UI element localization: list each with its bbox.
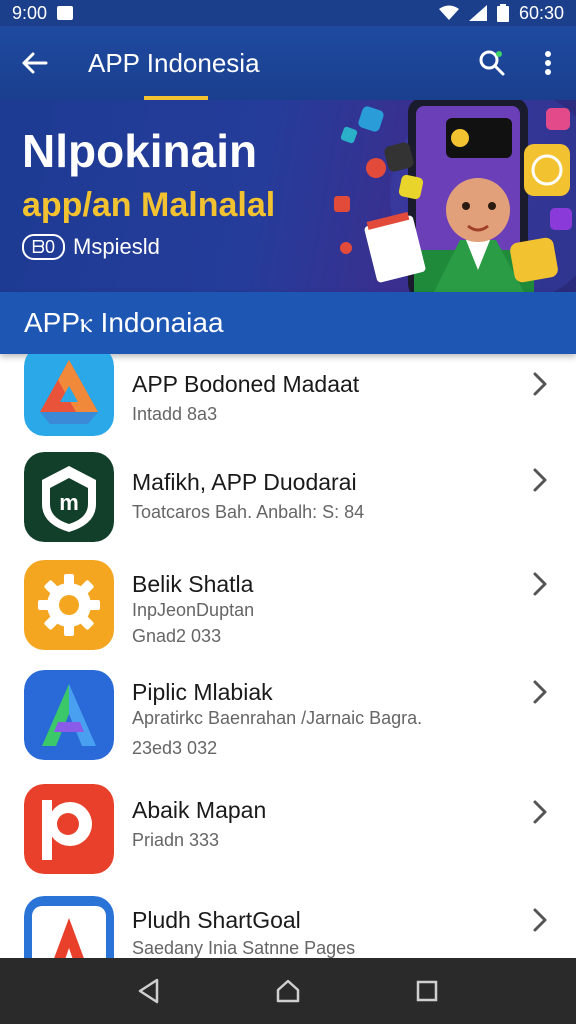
app-title: Pludh ShartGoal — [132, 907, 301, 933]
chevron-right-icon — [533, 680, 547, 704]
svg-text:m: m — [59, 490, 79, 515]
app-meta: Intadd 8a3 — [132, 404, 218, 424]
a-logo-icon — [24, 670, 114, 760]
search-icon — [479, 50, 505, 76]
chevron-right-icon — [533, 468, 547, 492]
more-vert-icon — [545, 51, 551, 75]
list-item[interactable]: Pludh ShartGoal Saedany Inia Satnne Page… — [0, 896, 576, 958]
status-bar: 9:00 60:30 — [0, 0, 576, 26]
app-bar: APP Indonesia — [0, 26, 576, 100]
list-item[interactable]: Belik Shatla InpJeonDuptan Gnad2 033 — [0, 560, 576, 670]
app-title: Belik Shatla — [132, 571, 254, 597]
banner-title: Nlpokinain — [22, 125, 258, 177]
gear-icon — [24, 560, 114, 650]
list-item[interactable]: APP Bodoned Madaat Intadd 8a3 — [0, 354, 576, 464]
app-developer: Apratirkc Baenrahan /Jarnaic Bagra. — [132, 708, 423, 728]
chevron-right-icon — [533, 800, 547, 824]
p-logo-icon — [24, 784, 114, 874]
promo-banner[interactable]: Nlpokinain app/an Malnalal ᗷ0 Mspiesld — [0, 100, 576, 292]
list-item[interactable]: m Mafikh, APP Duodarai Toatcaros Bah. An… — [0, 452, 576, 562]
system-nav-bar — [0, 958, 576, 1024]
chevron-right-icon — [533, 908, 547, 932]
banner-illustration — [334, 100, 576, 292]
app-meta: Priadn 333 — [132, 830, 220, 850]
section-header: APPⲕ Indonaiaa — [0, 292, 576, 354]
signal-icon — [468, 5, 487, 21]
app-title: APP Bodoned Madaat — [132, 371, 360, 397]
list-item[interactable]: Abaik Mapan Priadn 333 — [0, 784, 576, 894]
drive-triangle-icon — [24, 354, 114, 436]
a-red-logo-icon — [24, 896, 114, 958]
notification-icon — [57, 6, 74, 20]
square-recents-icon — [416, 980, 437, 1002]
nav-home-button[interactable] — [268, 971, 308, 1011]
chevron-right-icon — [533, 372, 547, 396]
list-item[interactable]: Piplic Mlabiak Apratirkc Baenrahan /Jarn… — [0, 670, 576, 780]
status-time: 9:00 — [12, 2, 48, 23]
app-meta: Gnad2 033 — [132, 626, 222, 646]
app-title: Mafikh, APP Duodarai — [132, 469, 357, 495]
banner-tag: ᗷ0 Mspiesld — [22, 234, 160, 260]
back-button[interactable] — [0, 26, 70, 100]
page-title: APP Indonesia — [88, 47, 260, 78]
more-options-button[interactable] — [520, 26, 576, 100]
status-right-text: 60:30 — [518, 2, 564, 23]
banner-subtitle: app/an Malnalal — [22, 186, 276, 224]
shield-m-icon: m — [24, 452, 114, 542]
app-list: APP Bodoned Madaat Intadd 8a3 m Mafikh, … — [0, 354, 576, 958]
banner-tag-text: Mspiesld — [73, 234, 160, 259]
app-meta: Toatcaros Bah. Anbalh: S: 84 — [132, 502, 365, 522]
triangle-back-icon — [139, 978, 159, 1004]
banner-tag-badge: ᗷ0 — [22, 234, 66, 260]
battery-icon — [496, 4, 509, 22]
app-meta: Saedany Inia Satnne Pages — [132, 938, 356, 958]
search-button[interactable] — [464, 26, 520, 100]
app-title: Abaik Mapan — [132, 797, 267, 823]
home-icon — [276, 979, 300, 1003]
app-meta: 23ed3 032 — [132, 738, 218, 758]
chevron-right-icon — [533, 572, 547, 596]
wifi-icon — [438, 5, 459, 20]
app-title: Piplic Mlabiak — [132, 679, 273, 705]
arrow-left-icon — [22, 52, 48, 74]
app-developer: InpJeonDuptan — [132, 600, 255, 620]
nav-recents-button[interactable] — [407, 971, 447, 1011]
nav-back-button[interactable] — [129, 971, 169, 1011]
